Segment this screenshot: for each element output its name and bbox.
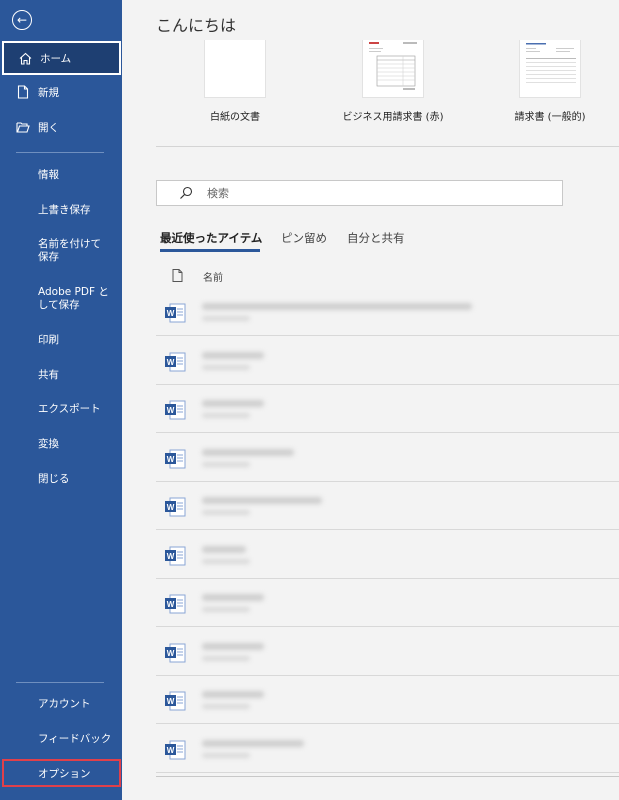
section-divider — [156, 146, 619, 147]
nav-transform[interactable]: 変換 — [38, 438, 114, 451]
file-row[interactable]: W — [156, 339, 619, 385]
file-path-blurred — [202, 704, 250, 709]
list-bottom-border — [156, 776, 619, 777]
file-row[interactable]: W — [156, 436, 619, 482]
nav-print[interactable]: 印刷 — [38, 334, 114, 347]
file-row[interactable]: W — [156, 727, 619, 773]
backstage-sidebar: ← ホーム 新規 開く 情報 上書き保存 名前を付けて保存 Adobe PDF … — [0, 0, 122, 800]
nav-share[interactable]: 共有 — [38, 369, 114, 382]
file-row[interactable]: W — [156, 581, 619, 627]
nav-home[interactable]: ホーム — [2, 41, 121, 75]
word-document-icon: W — [164, 449, 186, 473]
sidebar-divider — [16, 682, 104, 683]
word-document-icon: W — [164, 643, 186, 667]
file-path-blurred — [202, 461, 250, 467]
template-thumbnail-blank[interactable] — [204, 40, 266, 98]
word-document-icon: W — [164, 303, 186, 327]
nav-options-label: オプション — [38, 767, 91, 780]
search-box[interactable]: 検索 — [156, 180, 563, 206]
word-document-icon: W — [164, 497, 186, 521]
word-document-icon: W — [164, 546, 186, 570]
file-path-blurred — [202, 510, 250, 515]
nav-save-as[interactable]: 名前を付けて保存 — [38, 238, 110, 264]
file-name-blurred — [202, 594, 264, 601]
template-label-general-invoice[interactable]: 請求書 (一般的) — [490, 108, 610, 123]
template-label-business-invoice[interactable]: ビジネス用請求書 (赤) — [333, 108, 453, 123]
svg-text:W: W — [167, 697, 175, 706]
template-thumbnail-general-invoice[interactable] — [519, 40, 581, 98]
file-row[interactable]: W — [156, 533, 619, 579]
template-thumbnail-business-invoice[interactable] — [362, 40, 424, 98]
file-path-blurred — [202, 364, 250, 370]
nav-open-label: 開く — [38, 121, 59, 134]
file-path-blurred — [202, 316, 250, 321]
word-document-icon: W — [164, 352, 186, 376]
file-name-blurred — [202, 303, 472, 310]
svg-text:W: W — [167, 746, 175, 755]
file-row[interactable]: W — [156, 678, 619, 724]
tab-shared[interactable]: 自分と共有 — [347, 230, 405, 246]
nav-info[interactable]: 情報 — [38, 169, 114, 182]
nav-save[interactable]: 上書き保存 — [38, 204, 114, 217]
svg-text:W: W — [167, 358, 175, 367]
tab-pinned[interactable]: ピン留め — [281, 230, 327, 246]
file-path-blurred — [202, 413, 250, 418]
file-path-blurred — [202, 558, 250, 564]
main-panel: こんにちは 白紙の文書 ビジネス用請求書 (赤) 請求書 (一般的) 検索 最近… — [122, 0, 619, 800]
svg-text:W: W — [167, 649, 175, 658]
folder-open-icon — [16, 120, 30, 134]
nav-export[interactable]: エクスポート — [38, 403, 114, 416]
nav-account[interactable]: アカウント — [38, 698, 114, 711]
file-type-icon — [172, 267, 183, 286]
file-path-blurred — [202, 655, 250, 661]
active-tab-indicator — [160, 249, 260, 252]
file-row[interactable]: W — [156, 387, 619, 433]
template-label-blank[interactable]: 白紙の文書 — [205, 108, 265, 123]
file-name-blurred — [202, 400, 264, 407]
file-path-blurred — [202, 607, 250, 612]
search-input[interactable]: 検索 — [207, 185, 229, 201]
nav-new-label: 新規 — [38, 86, 59, 99]
file-list-header: 名前 — [156, 264, 619, 286]
search-icon — [179, 186, 193, 200]
word-document-icon: W — [164, 400, 186, 424]
home-icon — [18, 51, 32, 65]
file-path-blurred — [202, 752, 250, 758]
file-name-blurred — [202, 545, 246, 553]
column-header-name[interactable]: 名前 — [203, 269, 223, 284]
nav-close[interactable]: 閉じる — [38, 473, 114, 486]
new-document-icon — [16, 85, 30, 99]
invoice-preview-icon — [369, 42, 417, 90]
svg-text:W: W — [167, 309, 175, 318]
file-name-blurred — [202, 739, 304, 747]
word-document-icon: W — [164, 691, 186, 715]
nav-feedback[interactable]: フィードバック — [38, 733, 114, 746]
word-document-icon: W — [164, 594, 186, 618]
nav-new[interactable]: 新規 — [0, 84, 122, 100]
word-document-icon: W — [164, 740, 186, 764]
file-name-blurred — [202, 497, 322, 504]
nav-options[interactable]: オプション — [2, 759, 121, 787]
tab-recent[interactable]: 最近使ったアイテム — [160, 230, 262, 246]
file-name-blurred — [202, 642, 264, 650]
nav-open[interactable]: 開く — [0, 119, 122, 135]
svg-text:W: W — [167, 503, 175, 512]
file-row[interactable]: W — [156, 630, 619, 676]
template-gallery: 白紙の文書 ビジネス用請求書 (赤) 請求書 (一般的) — [122, 40, 619, 132]
file-row[interactable]: W — [156, 484, 619, 530]
file-row[interactable]: W — [156, 290, 619, 336]
file-name-blurred — [202, 351, 264, 359]
svg-text:W: W — [167, 552, 175, 561]
sidebar-divider — [16, 152, 104, 153]
file-name-blurred — [202, 448, 294, 456]
svg-text:W: W — [167, 406, 175, 415]
svg-text:W: W — [167, 455, 175, 464]
greeting-title: こんにちは — [156, 16, 237, 35]
nav-home-label: ホーム — [40, 52, 72, 65]
back-arrow-icon[interactable]: ← — [12, 10, 32, 30]
invoice-preview-icon — [526, 43, 576, 83]
file-name-blurred — [202, 691, 264, 698]
svg-text:W: W — [167, 600, 175, 609]
nav-save-pdf[interactable]: Adobe PDF として保存 — [38, 286, 114, 312]
